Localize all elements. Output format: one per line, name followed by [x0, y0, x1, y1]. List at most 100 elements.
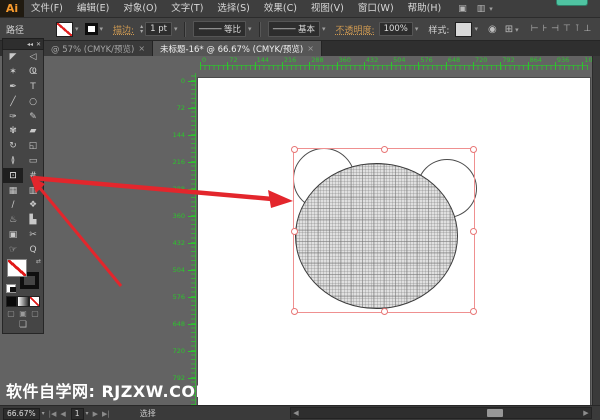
eraser-tool[interactable]: ▰	[23, 124, 43, 139]
recolor-artwork-icon[interactable]: ◉	[488, 24, 497, 35]
last-artboard-icon[interactable]: ▶|	[102, 410, 110, 418]
artboard-tool[interactable]: ▣	[3, 228, 23, 243]
scroll-right-icon[interactable]: ▶	[581, 408, 591, 418]
horizontal-scrollbar[interactable]: ◀ ▶	[290, 407, 592, 419]
menu-item[interactable]: 文字(T)	[164, 0, 210, 17]
paintbrush-tool[interactable]: ✑	[3, 109, 23, 124]
screen-mode-button[interactable]: ❏	[3, 319, 43, 333]
selection-handle[interactable]	[470, 146, 477, 153]
gradient-button[interactable]	[17, 296, 28, 307]
selection-handle[interactable]	[470, 308, 477, 315]
eyedropper-tool[interactable]: ∕	[3, 198, 23, 213]
slice-tool[interactable]: ✂	[23, 228, 43, 243]
selection-handle[interactable]	[291, 228, 298, 235]
blob-brush-tool[interactable]: ✾	[3, 124, 23, 139]
swap-fill-stroke-icon[interactable]: ⇄	[36, 258, 41, 265]
width-profile-select[interactable]: ———等比	[193, 21, 246, 37]
line-segment-tool[interactable]: ╱	[3, 94, 23, 109]
menu-item[interactable]: 效果(C)	[257, 0, 304, 17]
zoom-tool[interactable]: Q	[23, 242, 43, 257]
width-tool[interactable]: ≬	[3, 154, 23, 169]
draw-behind-mode-icon[interactable]: ▣	[19, 309, 27, 318]
selection-bounding-box[interactable]	[293, 148, 475, 313]
selection-handle[interactable]	[291, 308, 298, 315]
ellipse-tool[interactable]: ○	[23, 94, 43, 109]
close-panel-icon[interactable]: ✕	[36, 41, 41, 48]
style-caret-icon[interactable]: ▾	[474, 25, 478, 33]
align-horizontal-left-icon[interactable]: ⊢	[531, 24, 539, 34]
color-button[interactable]	[6, 296, 17, 307]
selection-handle[interactable]	[381, 146, 388, 153]
document-tab-active[interactable]: 未标题-16* @ 66.67% (CMYK/预览) ×	[153, 41, 322, 56]
next-artboard-icon[interactable]: ▶	[93, 410, 98, 418]
artboard-caret-icon[interactable]: ▾	[86, 410, 89, 417]
artboard-number-box[interactable]: 1	[71, 408, 84, 420]
fill-color-swatch[interactable]	[7, 259, 27, 277]
opacity-link[interactable]: 不透明度:	[336, 23, 375, 36]
perspective-grid-tool[interactable]: #	[23, 168, 43, 183]
stroke-link[interactable]: 描边:	[113, 23, 134, 36]
zoom-caret-icon[interactable]: ▾	[42, 410, 45, 417]
column-graph-tool[interactable]: ▙	[23, 213, 43, 228]
stroke-weight-stepper[interactable]: ▴▾	[140, 24, 143, 34]
magic-wand-tool[interactable]: ✶	[3, 65, 23, 80]
direct-selection-tool[interactable]: ◁	[23, 50, 43, 65]
draw-normal-mode-icon[interactable]: ▢	[7, 309, 15, 318]
blend-tool[interactable]: ❖	[23, 198, 43, 213]
align-horizontal-center-icon[interactable]: ⊦	[542, 24, 547, 34]
fill-swatch[interactable]	[56, 22, 73, 37]
selection-handle[interactable]	[470, 228, 477, 235]
stroke-caret-icon[interactable]: ▾	[100, 25, 104, 33]
free-transform-tool[interactable]: ▭	[23, 154, 43, 169]
menu-item[interactable]: 选择(S)	[210, 0, 256, 17]
bridge-icon[interactable]: ▣	[458, 4, 467, 14]
document-tab-inactive[interactable]: @ 57% (CMYK/预览) ×	[44, 41, 153, 56]
select-similar-icon[interactable]: ⊞▾	[505, 24, 521, 35]
style-swatch[interactable]	[455, 22, 472, 37]
brush-select[interactable]: ———基本	[268, 21, 321, 37]
selection-tool[interactable]: ◤	[3, 50, 23, 65]
align-vertical-center-icon[interactable]: ⊺	[575, 24, 580, 34]
hand-tool[interactable]: ☞	[3, 242, 23, 257]
fill-caret-icon[interactable]: ▾	[75, 25, 79, 33]
menu-item[interactable]: 文件(F)	[24, 0, 70, 17]
brush-caret-icon[interactable]: ▾	[322, 25, 326, 33]
rotate-tool[interactable]: ↻	[3, 139, 23, 154]
mesh-tool[interactable]: ▦	[3, 183, 23, 198]
collapse-panel-icon[interactable]: ◂◂	[27, 41, 33, 48]
menu-item[interactable]: 帮助(H)	[401, 0, 449, 17]
shape-builder-tool[interactable]: ⊡	[3, 168, 23, 183]
zoom-level-box[interactable]: 66.67%	[3, 408, 40, 420]
step-down-icon[interactable]: ▾	[140, 29, 143, 34]
pen-tool[interactable]: ✒	[3, 80, 23, 95]
canvas-area[interactable]: 0721442162883604325045766487207928649361…	[0, 56, 600, 405]
close-tab-icon[interactable]: ×	[307, 44, 314, 53]
align-horizontal-right-icon[interactable]: ⊣	[551, 24, 559, 34]
profile-caret-icon[interactable]: ▾	[248, 25, 252, 33]
opacity-value[interactable]: 100%	[379, 22, 413, 36]
tools-panel-header[interactable]: ◂◂ ✕	[2, 38, 44, 50]
default-fill-stroke-icon[interactable]	[6, 284, 16, 293]
none-button[interactable]	[29, 296, 40, 307]
align-vertical-bottom-icon[interactable]: ⊥	[584, 24, 592, 34]
close-tab-icon[interactable]: ×	[138, 44, 145, 53]
selection-handle[interactable]	[291, 146, 298, 153]
scrollbar-thumb[interactable]	[487, 409, 503, 417]
selection-handle[interactable]	[381, 308, 388, 315]
menu-item[interactable]: 视图(V)	[304, 0, 351, 17]
draw-inside-mode-icon[interactable]: ▢	[31, 309, 39, 318]
first-artboard-icon[interactable]: |◀	[49, 410, 57, 418]
stroke-weight-value[interactable]: 1 pt	[145, 22, 172, 36]
type-tool[interactable]: T	[23, 80, 43, 95]
align-vertical-top-icon[interactable]: ⊤	[563, 24, 571, 34]
previous-artboard-icon[interactable]: ◀	[60, 410, 65, 418]
opacity-caret-icon[interactable]: ▾	[415, 25, 419, 33]
vertical-scrollbar[interactable]	[592, 56, 600, 405]
symbol-sprayer-tool[interactable]: ♨	[3, 213, 23, 228]
stroke-weight-caret-icon[interactable]: ▾	[174, 25, 178, 33]
menu-item[interactable]: 编辑(E)	[70, 0, 116, 17]
pencil-tool[interactable]: ✎	[23, 109, 43, 124]
scroll-left-icon[interactable]: ◀	[291, 408, 301, 418]
scale-tool[interactable]: ◱	[23, 139, 43, 154]
menu-item[interactable]: 窗口(W)	[351, 0, 401, 17]
